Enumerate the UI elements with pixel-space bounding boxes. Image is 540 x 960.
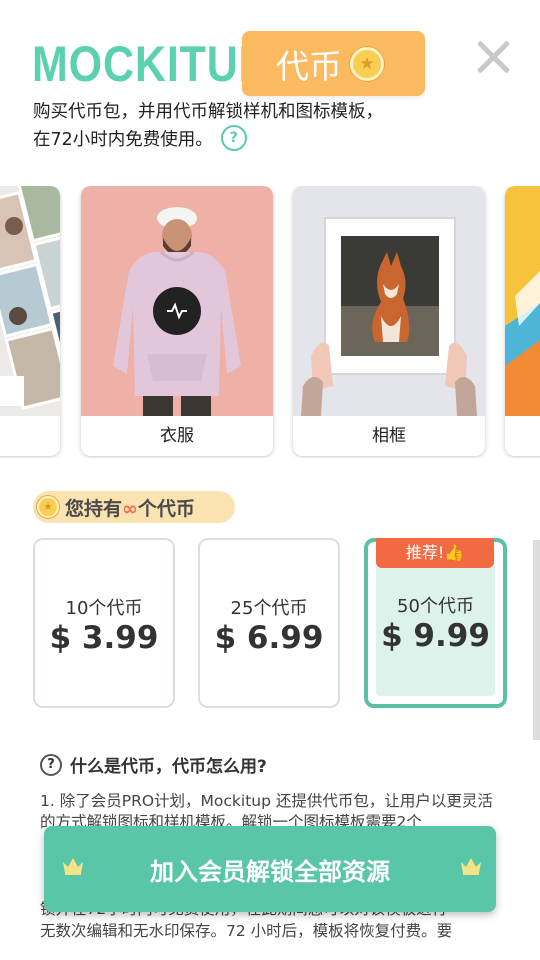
token-packs: 10个代币 $ 3.99 25个代币 $ 6.99 推荐!👍 50个代币 $ 9… [0, 538, 540, 710]
hoodie-thumbnail [81, 186, 273, 416]
recommended-badge: 推荐!👍 [376, 538, 494, 568]
balance-prefix: 您持有 [65, 497, 123, 520]
pack-count: 10个代币 [65, 598, 143, 619]
question-icon: ? [40, 753, 62, 776]
pack-price: $ 6.99 [214, 620, 324, 656]
token-label: 代币 [276, 46, 342, 86]
category-card-clothes[interactable]: 衣服 [81, 186, 273, 456]
intro-text: 购买代币包，并用代币解锁样机和图标模板， 在72小时内免费使用。? [33, 98, 503, 154]
category-label: 衣服 [160, 426, 194, 446]
faq-section: ? 什么是代币，代币怎么用? 1. 除了会员PRO计划，Mockitup 还提供… [40, 752, 500, 940]
crown-icon [460, 856, 482, 876]
faq-paragraph-2-line-2: 无数次编辑和无水印保存。72 小时后，模板将恢复付费。要 [40, 922, 453, 940]
app-logo: MOCKITUP [32, 36, 269, 92]
category-card-other[interactable] [505, 186, 540, 456]
category-label: 相框 [372, 426, 406, 446]
join-membership-button[interactable]: 加入会员解锁全部资源 [44, 826, 496, 912]
other-thumbnail [505, 186, 540, 416]
pack-price: $ 3.99 [49, 620, 159, 656]
close-icon[interactable] [474, 38, 512, 76]
balance-amount: ∞ [122, 497, 138, 520]
crown-icon [62, 856, 84, 876]
category-label [505, 416, 540, 456]
pack-count: 50个代币 [397, 596, 474, 617]
category-carousel[interactable]: 衣服 相框 [0, 186, 540, 458]
help-icon[interactable]: ? [220, 125, 247, 151]
coin-icon [37, 496, 59, 518]
scrollbar[interactable] [533, 540, 540, 740]
pack-50-tokens[interactable]: 推荐!👍 50个代币 $ 9.99 [364, 538, 507, 708]
intro-line-1: 购买代币包，并用代币解锁样机和图标模板， [33, 102, 383, 122]
category-label [0, 416, 60, 456]
intro-line-2: 在72小时内免费使用。 [33, 130, 213, 150]
faq-title: ? 什么是代币，代币怎么用? [40, 752, 500, 777]
frame-thumbnail [293, 186, 485, 416]
header: MOCKITUP 代币 [0, 0, 540, 100]
collage-thumbnail [0, 186, 60, 416]
balance-suffix: 个代币 [137, 497, 195, 520]
pack-25-tokens[interactable]: 25个代币 $ 6.99 [198, 538, 340, 708]
pack-count: 25个代币 [230, 598, 308, 619]
coin-icon [350, 46, 384, 81]
token-balance: 您持有∞个代币 [33, 491, 235, 523]
pack-10-tokens[interactable]: 10个代币 $ 3.99 [33, 538, 175, 708]
faq-title-text: 什么是代币，代币怎么用? [70, 757, 267, 777]
category-card-frame[interactable]: 相框 [293, 186, 485, 456]
cta-label: 加入会员解锁全部资源 [150, 857, 390, 886]
category-card-collage[interactable] [0, 186, 60, 456]
balance-text: 您持有∞个代币 [65, 494, 195, 521]
token-badge: 代币 [242, 31, 425, 96]
pack-price: $ 9.99 [381, 618, 490, 654]
